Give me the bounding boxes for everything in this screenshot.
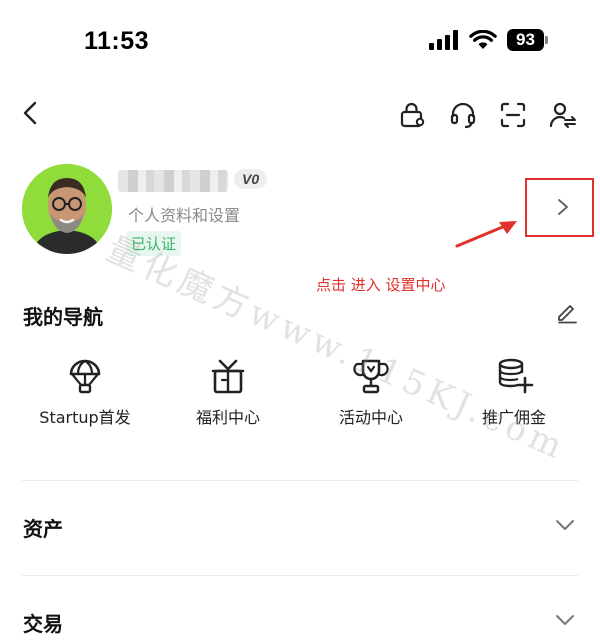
section-title: 我的导航 [23,305,103,329]
nav-item-rewards[interactable]: 福利中心 [163,356,293,428]
switch-account-button[interactable] [546,98,580,132]
divider [22,575,578,576]
nav-item-label: 活动中心 [338,408,403,427]
security-lock-button[interactable] [396,98,430,132]
status-icons: 93 [429,29,548,51]
profile-settings-label[interactable]: 个人资料和设置 [128,202,240,226]
expand-assets-button[interactable] [554,517,576,536]
wifi-icon [469,30,497,49]
top-nav-bar [0,90,600,140]
annotation-highlight-box [525,178,594,237]
chevron-left-icon [23,101,37,125]
section-row-label: 交易 [23,612,63,636]
annotation-text: 点击 进入 设置中心 [316,276,446,294]
nav-item-referral[interactable]: 推广佣金 [449,356,579,428]
pencil-icon [558,305,577,324]
edit-navigation-button[interactable] [555,300,579,328]
status-bar: 11:53 93 [0,0,600,80]
annotation-arrow [455,218,519,254]
section-row-assets[interactable]: 资产 [0,497,600,557]
battery-indicator: 93 [507,29,548,51]
parachute-icon [69,359,101,394]
scan-button[interactable] [496,98,530,132]
section-row-label: 资产 [23,517,63,541]
nav-item-startup[interactable]: Startup首发 [20,356,150,428]
nav-item-label: 福利中心 [195,408,260,427]
coin-stack-plus-icon [498,358,534,394]
customer-service-button[interactable] [446,98,480,132]
chevron-down-icon [556,520,574,530]
arrow-icon [455,221,517,248]
navigation-grid: Startup首发 福利中心 活动中心 推广佣金 [0,356,600,436]
section-row-trading[interactable]: 交易 [0,592,600,642]
username-redacted [118,170,228,192]
gift-icon [211,359,245,394]
avatar-image [22,164,112,254]
verified-badge: 已认证 [126,231,182,256]
lock-settings-icon [400,102,425,128]
nav-item-label: 推广佣金 [481,408,546,427]
signal-icon [429,30,458,50]
expand-trading-button[interactable] [554,612,576,631]
avatar[interactable] [22,164,112,254]
battery-level: 93 [507,29,544,51]
status-time: 11:53 [84,27,150,55]
vip-level-badge: V0 [234,169,268,189]
divider [22,480,578,481]
nav-item-events[interactable]: 活动中心 [306,356,436,428]
back-button[interactable] [14,96,48,130]
chevron-down-icon [556,615,574,625]
headset-icon [450,102,476,129]
trophy-icon [353,359,389,394]
nav-item-label: Startup首发 [39,408,131,427]
user-switch-icon [549,102,576,128]
scan-icon [500,102,526,128]
